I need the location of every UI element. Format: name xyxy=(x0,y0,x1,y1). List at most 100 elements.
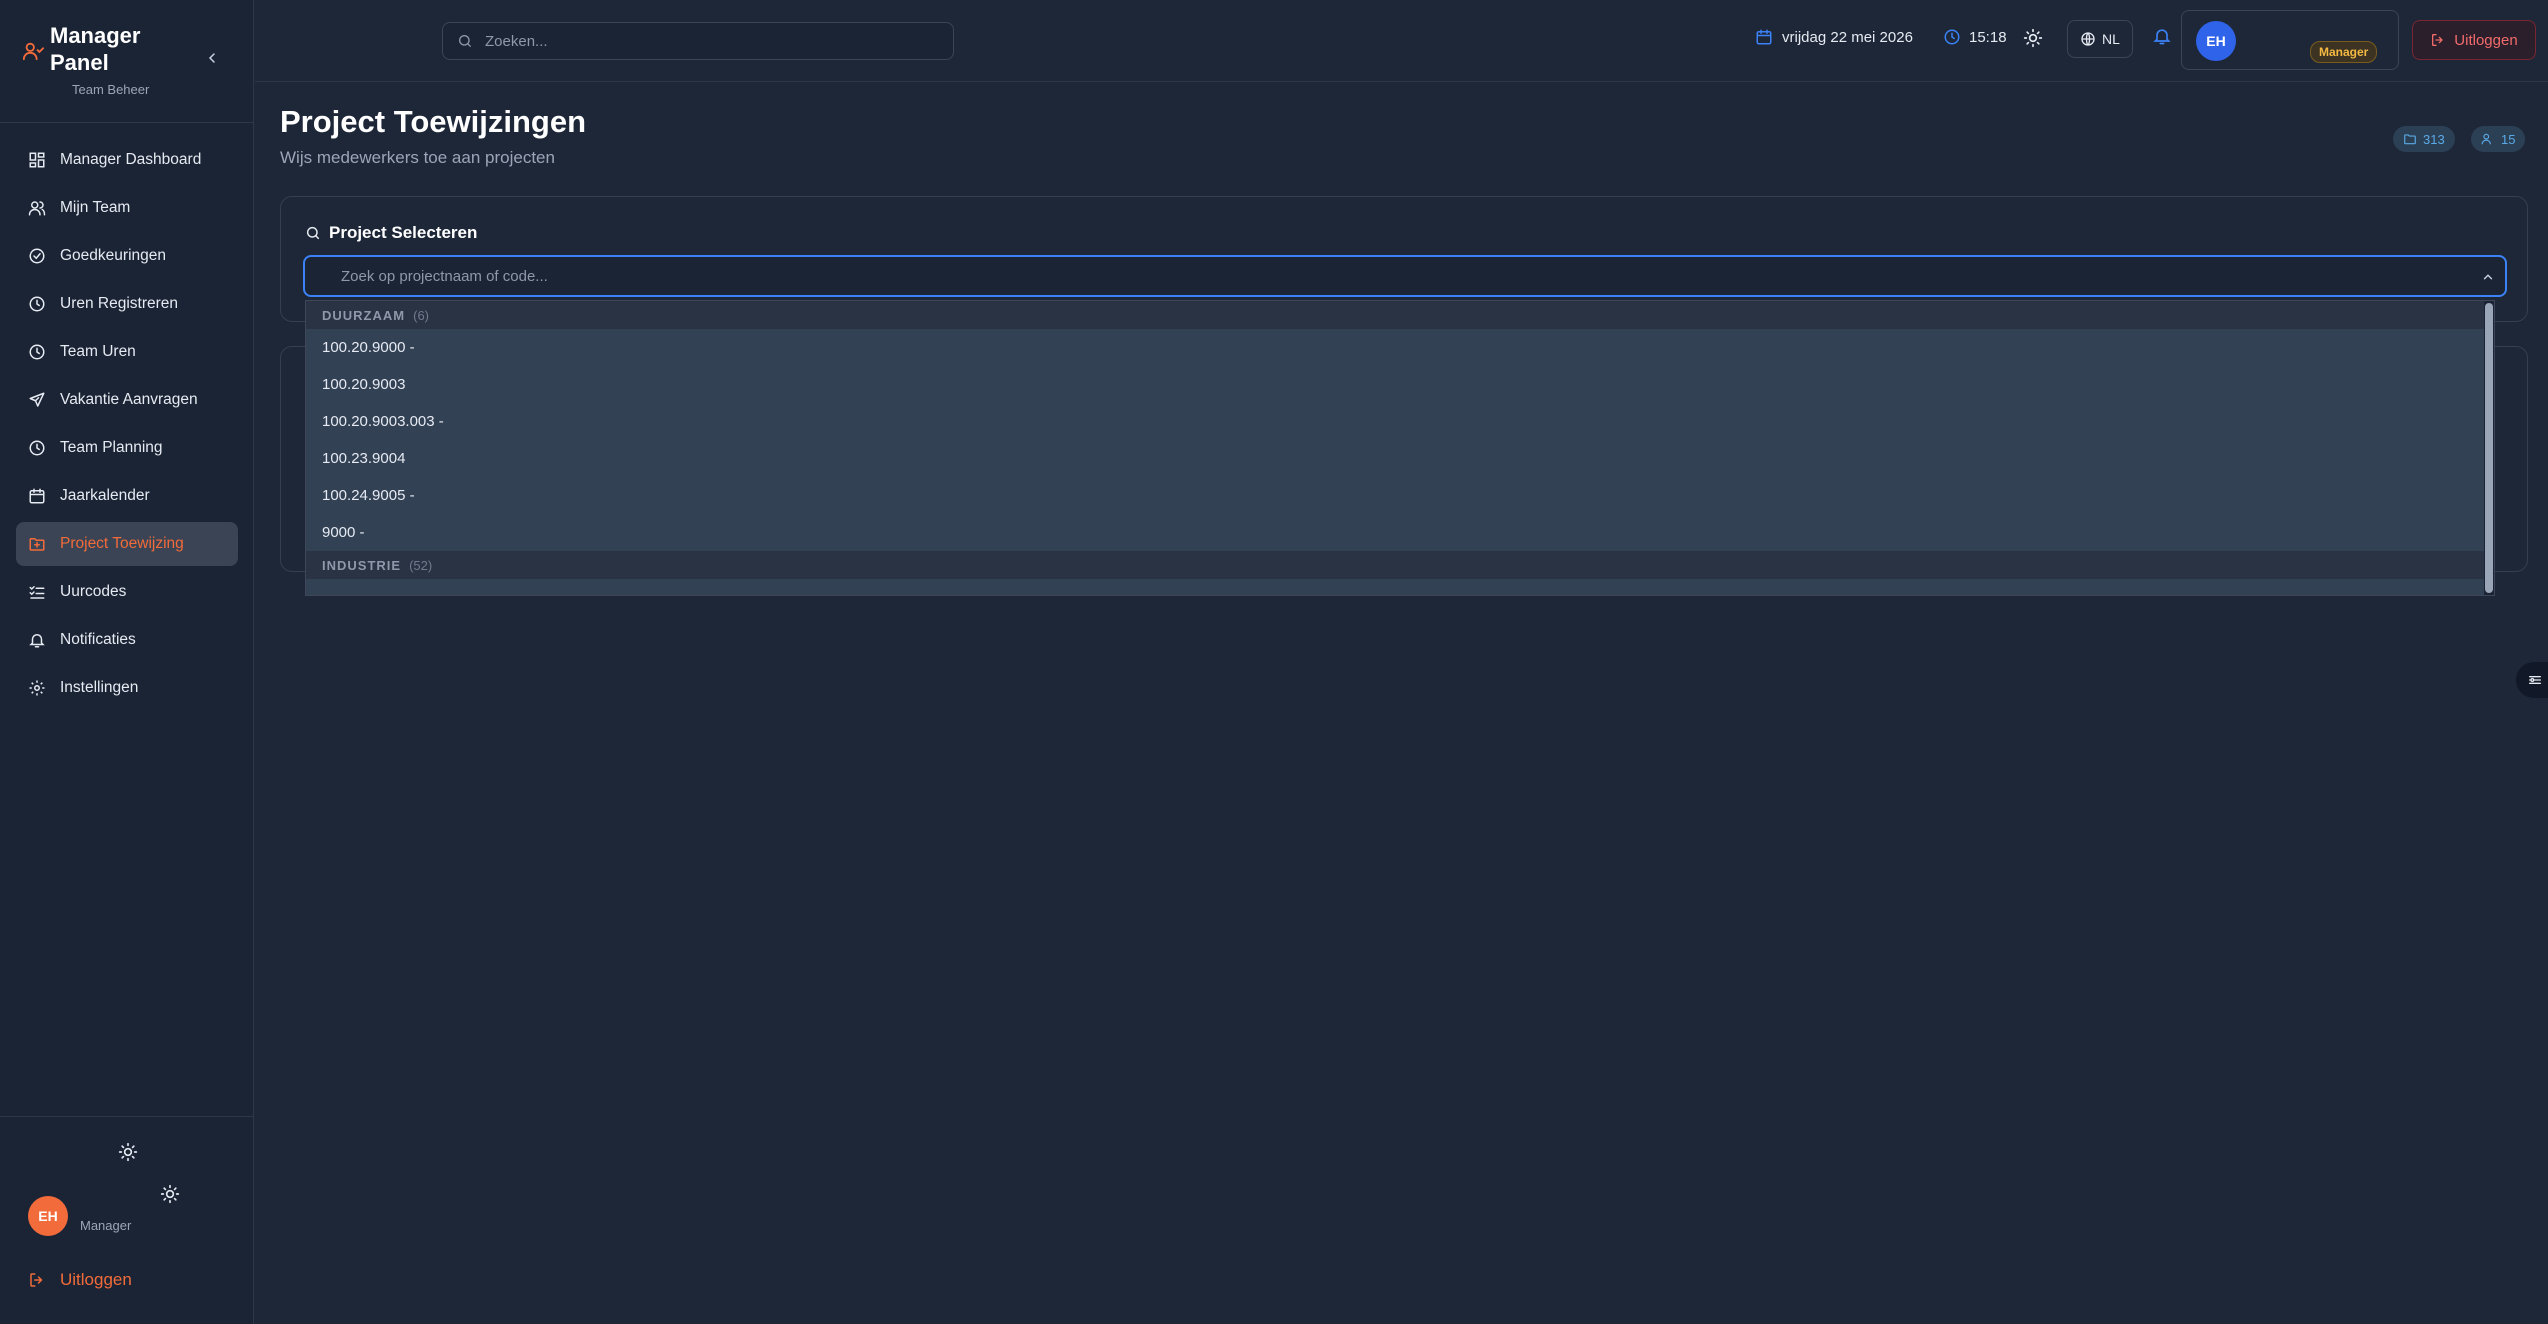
sidebar-item-label: Project Toewijzing xyxy=(60,535,184,552)
sidebar-divider xyxy=(0,122,254,123)
user-manage-icon xyxy=(22,42,44,61)
sidebar-item-label: Mijn Team xyxy=(60,199,131,216)
sidebar-item-mijn-team[interactable]: Mijn Team xyxy=(16,186,238,230)
sidebar-item-label: Goedkeuringen xyxy=(60,247,166,264)
current-time: 15:18 xyxy=(1943,28,2007,46)
user-role: Manager xyxy=(80,1218,132,1233)
dashboard-icon xyxy=(29,152,45,168)
sidebar-item-uren-registreren[interactable]: Uren Registreren xyxy=(16,282,238,326)
clock-icon xyxy=(29,344,45,360)
search-box[interactable] xyxy=(442,22,954,60)
group-count: (6) xyxy=(413,307,429,323)
group-header-industrie: INDUSTRIE (52) xyxy=(306,551,2494,579)
search-icon xyxy=(306,226,320,240)
current-date: vrijdag 22 mei 2026 xyxy=(1755,28,1913,46)
dropdown-option[interactable]: 100.24.9005 - xyxy=(306,477,2494,514)
sidebar-item-label: Team Planning xyxy=(60,439,163,456)
search-input[interactable] xyxy=(483,31,927,51)
globe-icon xyxy=(2081,32,2095,46)
sun-icon[interactable] xyxy=(118,1142,138,1162)
sun-icon[interactable] xyxy=(2023,28,2043,48)
scrollbar-thumb[interactable] xyxy=(2485,303,2493,593)
language-label: NL xyxy=(2102,31,2120,47)
sidebar-item-instellingen[interactable]: Instellingen xyxy=(16,666,238,710)
members-count: 15 xyxy=(2501,131,2516,147)
sidebar-item-team-planning[interactable]: Team Planning xyxy=(16,426,238,470)
users-icon xyxy=(2481,133,2491,145)
sidebar-item-label: Uren Registreren xyxy=(60,295,179,312)
page-title: Project Toewijzingen xyxy=(280,104,587,139)
dropdown-option[interactable]: 100.23.9004 xyxy=(306,440,2494,477)
folder-icon xyxy=(2404,134,2416,145)
dropdown-scrollbar[interactable] xyxy=(2484,301,2494,595)
sidebar-item-label: Team Uren xyxy=(60,343,136,360)
sidebar-item-manager-dashboard[interactable]: Manager Dashboard xyxy=(16,138,238,182)
select-placeholder: Zoek op projectnaam of code... xyxy=(341,267,548,285)
sidebar-nav: Manager Dashboard Mijn Team Goedkeuringe… xyxy=(16,138,238,714)
sidebar-item-notificaties[interactable]: Notificaties xyxy=(16,618,238,662)
dropdown-option[interactable]: 9000 - xyxy=(306,514,2494,551)
logout-label: Uitloggen xyxy=(2454,31,2518,49)
sidebar-item-label: Manager Dashboard xyxy=(60,151,202,168)
sidebar-item-label: Instellingen xyxy=(60,679,139,696)
date-text: vrijdag 22 mei 2026 xyxy=(1782,28,1913,46)
plane-icon xyxy=(29,392,45,407)
dropdown-option[interactable]: 100.20.9000 - xyxy=(306,329,2494,366)
sidebar-item-vakantie-aanvragen[interactable]: Vakantie Aanvragen xyxy=(16,378,238,422)
dropdown-option[interactable]: 100.20.9003 xyxy=(306,366,2494,403)
folder-icon xyxy=(29,538,45,551)
clock-icon xyxy=(29,440,45,456)
sidebar-divider xyxy=(0,1116,254,1117)
sidebar-item-label: Vakantie Aanvragen xyxy=(60,391,198,408)
group-name: INDUSTRIE xyxy=(322,557,402,573)
dropdown-option[interactable] xyxy=(306,579,2494,595)
members-count-badge: 15 xyxy=(2471,126,2526,152)
sidebar-item-label: Uurcodes xyxy=(60,583,127,600)
sun-icon[interactable] xyxy=(160,1184,180,1204)
clock-icon xyxy=(1944,29,1960,45)
project-dropdown[interactable]: DUURZAAM (6) 100.20.9000 - 100.20.9003 1… xyxy=(305,300,2495,596)
gear-icon xyxy=(29,680,45,696)
list-check-icon xyxy=(29,586,45,599)
logout-icon xyxy=(2432,34,2443,46)
sidebar-item-label: Jaarkalender xyxy=(60,487,150,504)
side-panel-toggle[interactable] xyxy=(2516,662,2548,698)
brand-title: Manager Panel xyxy=(50,23,141,75)
avatar[interactable]: EH xyxy=(28,1196,68,1236)
logout-button[interactable]: Uitloggen xyxy=(28,1270,132,1290)
bell-icon[interactable] xyxy=(2152,26,2172,46)
calendar-icon xyxy=(1756,29,1772,45)
logout-label: Uitloggen xyxy=(60,1270,132,1289)
logout-button[interactable]: Uitloggen xyxy=(2412,20,2536,60)
bell-icon xyxy=(29,634,45,648)
dropdown-option[interactable]: 100.20.9003.003 - xyxy=(306,403,2494,440)
brand-subtitle: Team Beheer xyxy=(72,82,150,97)
settings-sliders-icon xyxy=(2529,676,2541,684)
sidebar-item-project-toewijzing[interactable]: Project Toewijzing xyxy=(16,522,238,566)
sidebar-item-goedkeuringen[interactable]: Goedkeuringen xyxy=(16,234,238,278)
projects-count: 313 xyxy=(2423,131,2445,147)
group-count: (52) xyxy=(409,557,433,573)
card-title-text: Project Selecteren xyxy=(329,223,478,242)
projects-count-badge: 313 xyxy=(2393,126,2455,152)
time-text: 15:18 xyxy=(1969,28,2007,46)
topbar: vrijdag 22 mei 2026 15:18 NL EH Manager … xyxy=(255,0,2548,82)
check-circle-icon xyxy=(29,248,45,264)
sidebar-item-label: Notificaties xyxy=(60,631,136,648)
language-switcher[interactable]: NL xyxy=(2067,20,2133,58)
clock-icon xyxy=(29,296,45,312)
users-icon xyxy=(28,201,46,216)
sidebar-item-jaarkalender[interactable]: Jaarkalender xyxy=(16,474,238,518)
chevron-left-icon[interactable] xyxy=(204,50,220,66)
avatar: EH xyxy=(2196,21,2236,61)
calendar-icon xyxy=(29,488,45,504)
sidebar-item-uurcodes[interactable]: Uurcodes xyxy=(16,570,238,614)
user-menu[interactable]: EH Manager xyxy=(2181,10,2399,70)
sidebar-item-team-uren[interactable]: Team Uren xyxy=(16,330,238,374)
role-badge: Manager xyxy=(2310,41,2378,63)
sidebar: Manager Panel Team Beheer Manager Dashbo… xyxy=(0,0,254,1324)
page-subtitle: Wijs medewerkers toe aan projecten xyxy=(280,148,555,167)
project-search-select[interactable]: Zoek op projectnaam of code... xyxy=(303,255,2507,297)
logout-icon xyxy=(30,1273,43,1287)
search-icon xyxy=(459,35,471,47)
